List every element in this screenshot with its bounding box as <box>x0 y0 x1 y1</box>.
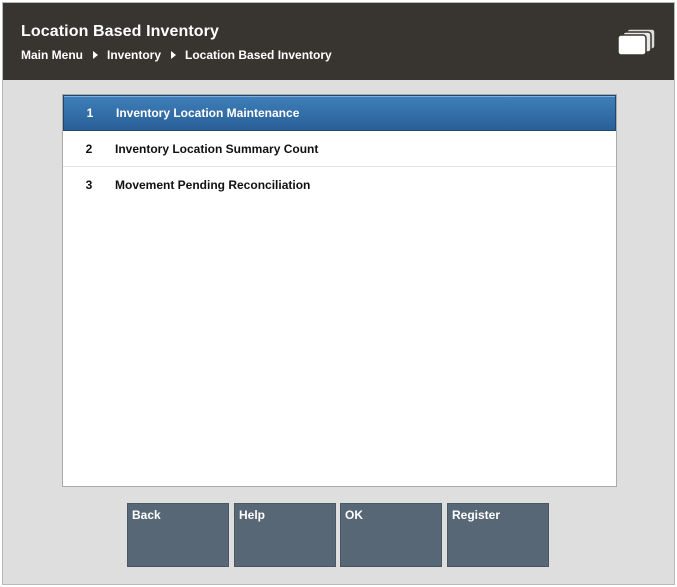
breadcrumb-arrow-icon <box>171 51 177 59</box>
menu-list: 1 Inventory Location Maintenance 2 Inven… <box>62 94 617 487</box>
menu-item-inventory-location-summary-count[interactable]: 2 Inventory Location Summary Count <box>63 131 616 167</box>
breadcrumb: Main Menu Inventory Location Based Inven… <box>21 48 332 62</box>
ok-button[interactable]: OK <box>340 503 442 567</box>
windows-icon[interactable] <box>615 27 657 57</box>
menu-item-movement-pending-reconciliation[interactable]: 3 Movement Pending Reconciliation <box>63 167 616 203</box>
breadcrumb-main-menu[interactable]: Main Menu <box>21 48 83 62</box>
menu-item-number: 2 <box>85 141 93 156</box>
header-bar: Location Based Inventory Main Menu Inven… <box>3 3 674 80</box>
menu-item-number: 1 <box>86 106 94 120</box>
page-title: Location Based Inventory <box>21 23 219 40</box>
register-button[interactable]: Register <box>447 503 549 567</box>
help-button[interactable]: Help <box>234 503 336 567</box>
breadcrumb-arrow-icon <box>93 51 98 59</box>
back-button[interactable]: Back <box>127 503 229 567</box>
menu-item-label: Inventory Location Summary Count <box>115 141 319 156</box>
breadcrumb-inventory[interactable]: Inventory <box>107 48 161 62</box>
breadcrumb-location-based-inventory: Location Based Inventory <box>185 48 332 62</box>
application-window: Location Based Inventory Main Menu Inven… <box>2 2 675 585</box>
menu-item-label: Movement Pending Reconciliation <box>115 178 311 192</box>
menu-item-number: 3 <box>85 178 93 192</box>
menu-item-label: Inventory Location Maintenance <box>116 106 300 120</box>
menu-item-inventory-location-maintenance[interactable]: 1 Inventory Location Maintenance <box>63 95 616 131</box>
